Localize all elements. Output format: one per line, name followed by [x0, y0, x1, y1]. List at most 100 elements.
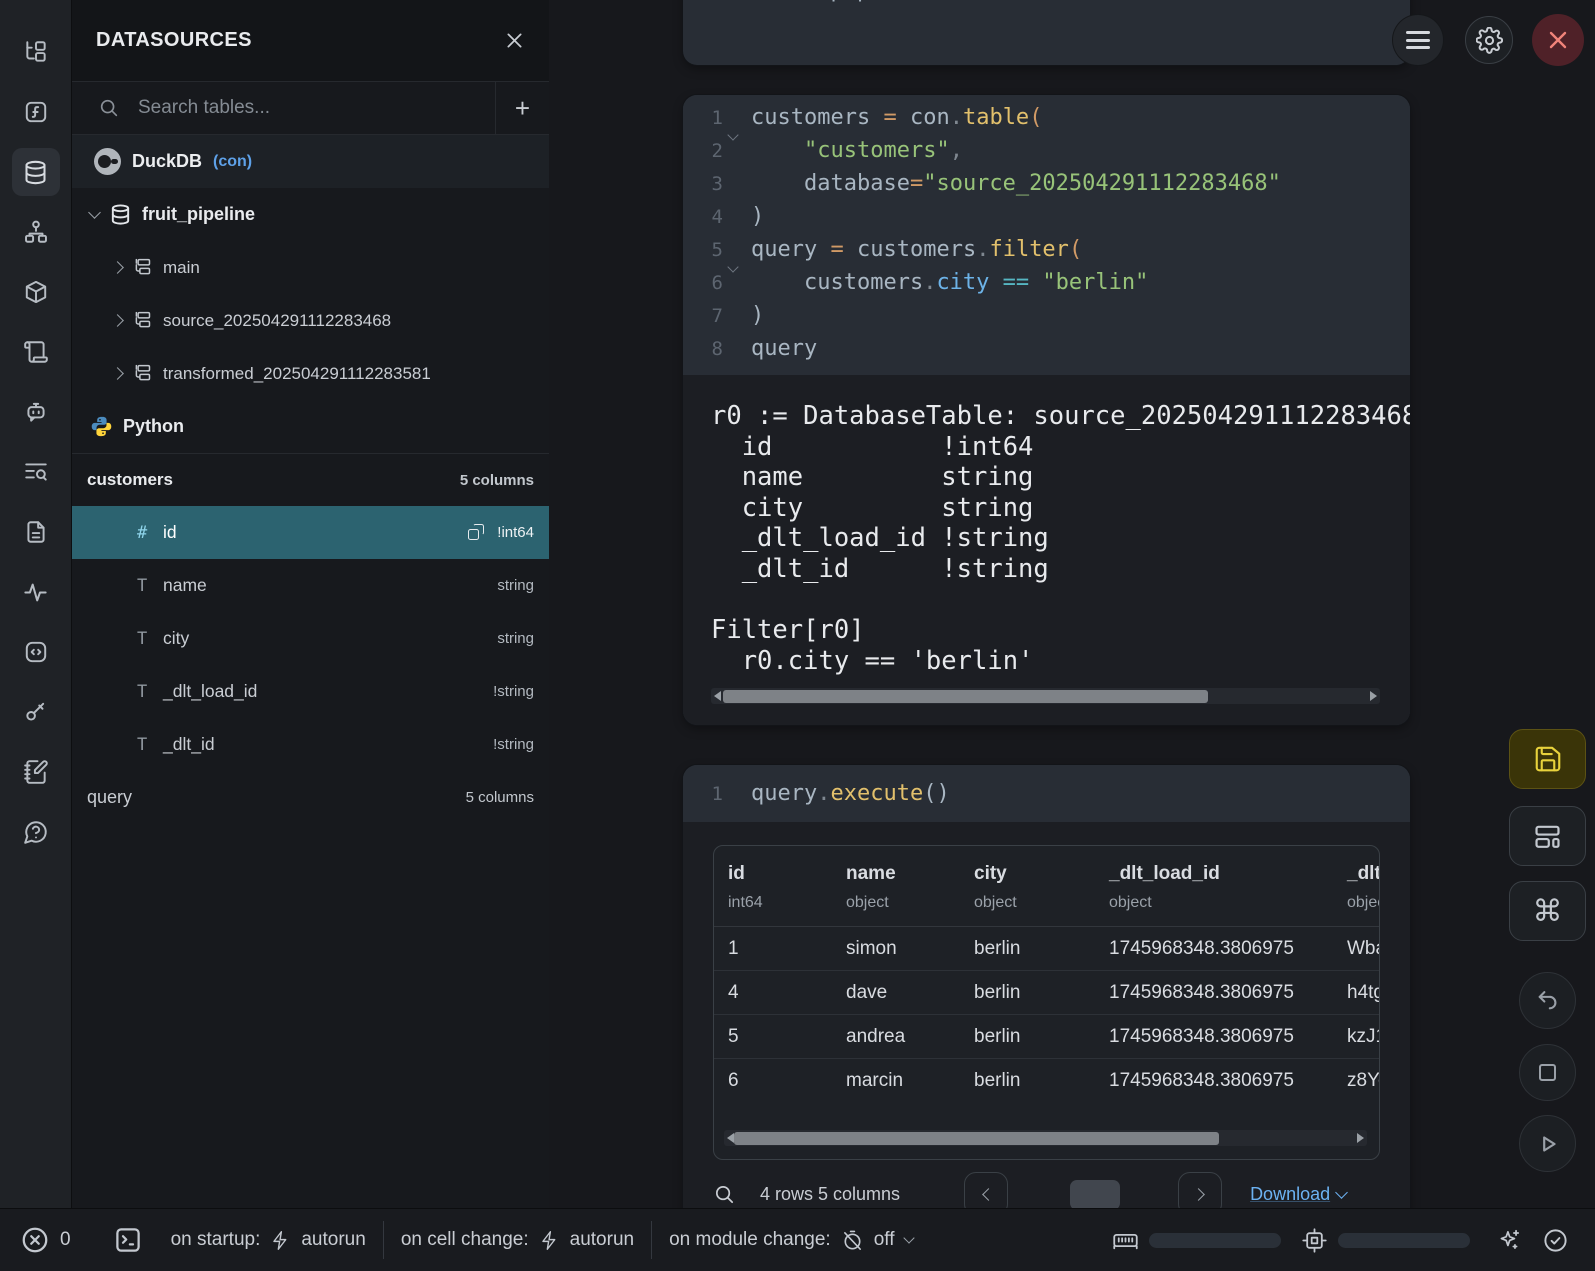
page-number-field[interactable] — [1070, 1180, 1120, 1210]
table-row[interactable]: 1simonberlin1745968348.3806975Wba — [714, 927, 1379, 971]
on-cell-change-setting[interactable]: on cell change: autorun — [401, 1229, 634, 1251]
memory-progress-bar — [1149, 1233, 1281, 1248]
column-row-name[interactable]: Tnamestring — [72, 559, 549, 612]
table-header-_dlt_id[interactable]: _dlt_idobject — [1333, 863, 1380, 912]
column-row-city[interactable]: Tcitystring — [72, 612, 549, 665]
code-cell-2[interactable]: 1customers = con.table(2 "customers",3 d… — [683, 95, 1410, 725]
scroll-icon — [23, 339, 49, 365]
table-header-city[interactable]: cityobject — [960, 863, 1095, 912]
table-cell: berlin — [960, 1070, 1095, 1092]
close-icon — [1546, 28, 1570, 52]
panel-close-button[interactable] — [504, 30, 525, 51]
column-name: name — [163, 575, 207, 596]
code-line[interactable]: 1customers = con.table( — [683, 101, 1410, 134]
run-button[interactable] — [1519, 1115, 1576, 1172]
code-line[interactable]: 2 "customers", — [683, 134, 1410, 167]
scroll-right-arrow[interactable] — [1370, 691, 1377, 701]
horizontal-scrollbar[interactable] — [724, 1130, 1367, 1146]
sidebar-item-datasources[interactable] — [12, 148, 60, 196]
sidebar-item-code-cell[interactable] — [12, 628, 60, 676]
text-type-icon: T — [137, 629, 163, 649]
layout-toggle-button[interactable] — [1509, 806, 1586, 866]
table-cell: 5 — [714, 1026, 832, 1048]
schema-node-transformed_202504291112283581[interactable]: transformed_202504291112283581 — [72, 347, 549, 400]
database-node-fruit-pipeline[interactable]: fruit_pipeline — [72, 188, 549, 241]
cpu-usage — [1301, 1227, 1470, 1254]
search-input[interactable] — [138, 97, 438, 119]
duckdb-connection-row[interactable]: DuckDB (con) — [72, 135, 549, 188]
on-module-change-setting[interactable]: on module change: off — [669, 1229, 912, 1252]
table-header-id[interactable]: idint64 — [714, 863, 832, 912]
code-text: customers = con.table( — [751, 105, 1042, 130]
code-line[interactable]: 6 customers.city == "berlin" — [683, 266, 1410, 299]
code-line[interactable]: 4) — [683, 200, 1410, 233]
shutdown-button[interactable] — [1532, 14, 1584, 66]
column-row-id[interactable]: #id!int64 — [72, 506, 549, 559]
error-indicator[interactable]: 0 — [20, 1225, 71, 1255]
ai-assistant-button[interactable] — [1496, 1227, 1522, 1253]
sidebar-item-snippets[interactable] — [12, 508, 60, 556]
sidebar-item-ai-chat[interactable] — [12, 388, 60, 436]
code-line[interactable]: 3 database="source_202504291112283468" — [683, 167, 1410, 200]
code-cell-1[interactable]: pipeline = dlt.attach("fruit_pipeline") … — [683, 0, 1410, 65]
terminal-button[interactable] — [113, 1225, 143, 1255]
table-row[interactable]: 5andreaberlin1745968348.3806975kzJ1C — [714, 1015, 1379, 1059]
sidebar-item-help[interactable] — [12, 808, 60, 856]
schema-node-source_202504291112283468[interactable]: source_202504291112283468 — [72, 294, 549, 347]
code-editor[interactable]: 1customers = con.table(2 "customers",3 d… — [683, 101, 1410, 365]
horizontal-scrollbar[interactable] — [711, 688, 1380, 704]
copy-icon[interactable] — [468, 524, 485, 541]
table-header-_dlt_load_id[interactable]: _dlt_load_idobject — [1095, 863, 1333, 912]
sidebar-item-packages[interactable] — [12, 268, 60, 316]
table-row[interactable]: 4daveberlin1745968348.3806975h4tg — [714, 971, 1379, 1015]
table-section-query[interactable]: query 5 columns — [72, 771, 549, 824]
code-cell-3[interactable]: 1query.execute() idint64nameobjectcityob… — [683, 765, 1410, 1225]
download-link[interactable]: Download — [1250, 1184, 1346, 1205]
scroll-left-arrow[interactable] — [714, 691, 721, 701]
code-text: "customers", — [751, 138, 963, 163]
table-section-customers[interactable]: customers 5 columns — [72, 453, 549, 506]
column-row-_dlt_load_id[interactable]: T_dlt_load_id!string — [72, 665, 549, 718]
code-line[interactable]: 8query — [683, 332, 1410, 365]
scrollbar-thumb[interactable] — [734, 1132, 1219, 1145]
scrollbar-thumb[interactable] — [723, 690, 1208, 703]
sidebar-item-dependency-graph[interactable] — [12, 208, 60, 256]
code-line[interactable]: 7) — [683, 299, 1410, 332]
sidebar-item-functions[interactable] — [12, 88, 60, 136]
table-row[interactable]: 6marcinberlin1745968348.3806975z8Yo — [714, 1059, 1379, 1103]
column-row-_dlt_id[interactable]: T_dlt_id!string — [72, 718, 549, 771]
stop-button[interactable] — [1519, 1044, 1576, 1101]
settings-button[interactable] — [1465, 16, 1513, 64]
duckdb-logo-icon — [94, 148, 121, 175]
scroll-left-arrow[interactable] — [727, 1133, 734, 1143]
notebook-menu-button[interactable] — [1393, 15, 1443, 65]
sidebar-item-file-explorer[interactable] — [12, 28, 60, 76]
code-editor[interactable]: 4con = pipeline.dataset().ibis() — [683, 0, 1410, 7]
code-text: query.execute() — [751, 781, 950, 806]
scroll-right-arrow[interactable] — [1357, 1133, 1364, 1143]
undo-button[interactable] — [1519, 972, 1576, 1029]
command-palette-button[interactable]: ⌘ — [1509, 881, 1586, 941]
connection-status[interactable] — [1542, 1227, 1569, 1254]
code-line[interactable]: 1query.execute() — [683, 777, 1410, 810]
table-search-icon[interactable] — [713, 1183, 736, 1206]
code-text: customers.city == "berlin" — [751, 270, 1148, 295]
sidebar-item-find-in-cells[interactable] — [12, 448, 60, 496]
schema-node-main[interactable]: main — [72, 241, 549, 294]
table-header-name[interactable]: nameobject — [832, 863, 960, 912]
add-datasource-button[interactable]: + — [495, 82, 549, 134]
on-startup-setting[interactable]: on startup: autorun — [171, 1229, 366, 1251]
code-editor[interactable]: 1query.execute() — [683, 777, 1410, 810]
line-number: 5 — [683, 239, 723, 261]
sidebar-item-tracing[interactable] — [12, 568, 60, 616]
sidebar-item-secrets[interactable] — [12, 688, 60, 736]
save-button[interactable] — [1509, 729, 1586, 789]
sidebar-item-logs[interactable] — [12, 328, 60, 376]
code-line[interactable]: 5query = customers.filter( — [683, 233, 1410, 266]
code-line[interactable]: 4con = pipeline.dataset().ibis() — [683, 0, 1410, 7]
sidebar-item-scratchpad[interactable] — [12, 748, 60, 796]
code-text: ) — [751, 303, 764, 328]
table-cell: dave — [832, 982, 960, 1004]
search-box[interactable] — [72, 82, 495, 134]
python-section-row[interactable]: Python — [72, 400, 549, 453]
